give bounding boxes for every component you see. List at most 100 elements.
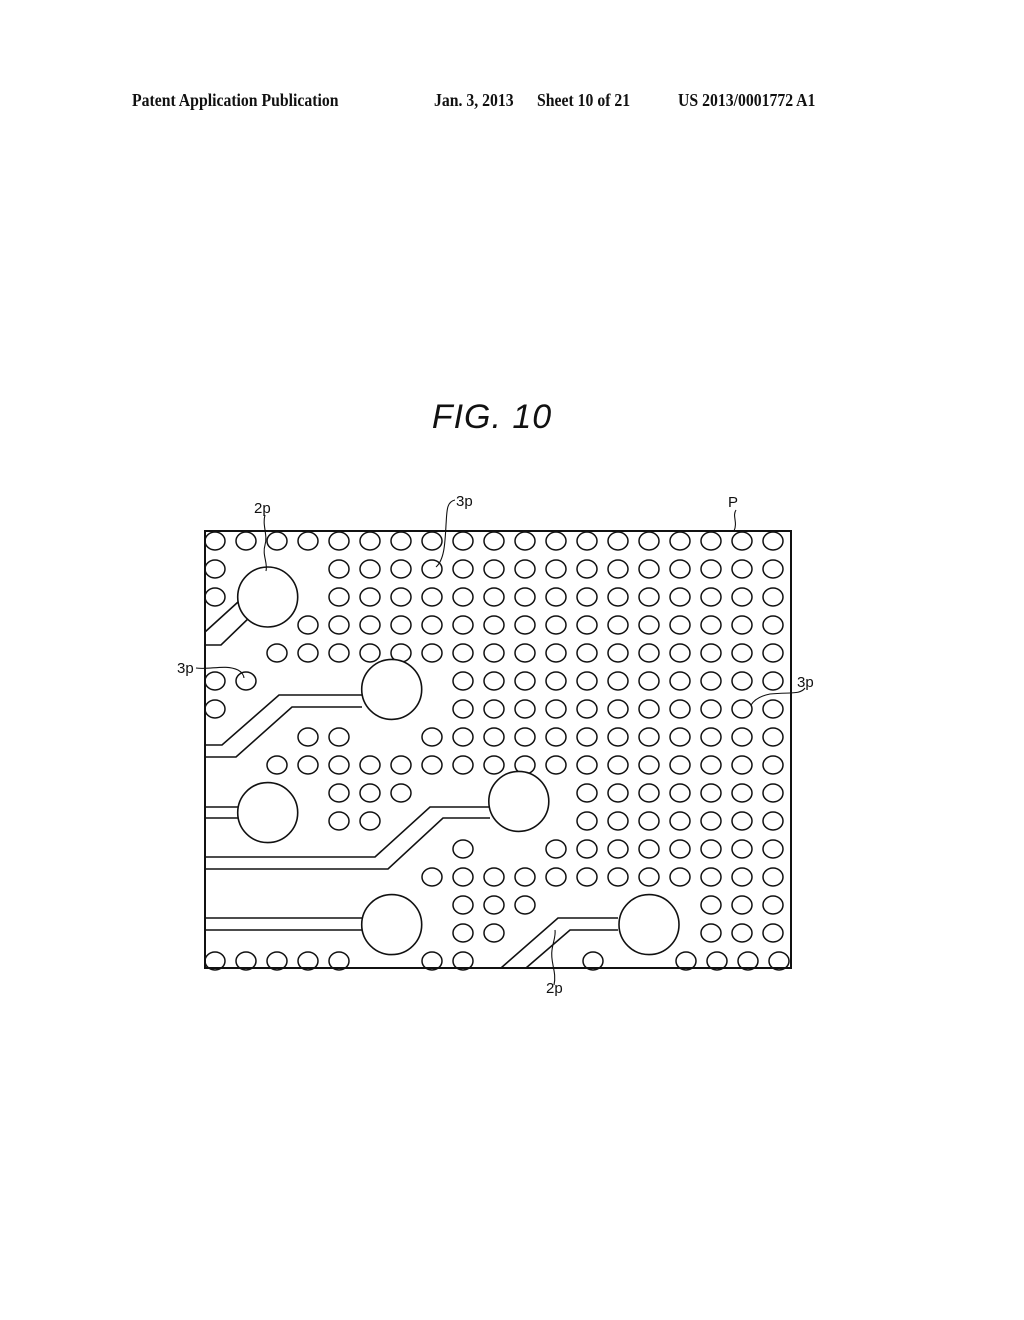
hole-3p	[545, 671, 567, 691]
hole-3p	[514, 727, 536, 747]
hole-3p	[297, 531, 319, 551]
hole-3p	[762, 755, 784, 775]
hole-3p	[576, 811, 598, 831]
hole-3p	[452, 867, 474, 887]
hole-3p	[607, 587, 629, 607]
hole-3p	[638, 727, 660, 747]
label-pad-top: 2p	[254, 500, 271, 517]
hole-3p	[452, 839, 474, 859]
hole-3p	[762, 867, 784, 887]
pad-d-2p	[487, 770, 550, 833]
hole-3p	[762, 923, 784, 943]
hole-3p	[669, 615, 691, 635]
hole-3p	[390, 559, 412, 579]
hole-3p	[421, 727, 443, 747]
hole-3p	[607, 727, 629, 747]
hole-3p	[359, 615, 381, 635]
hole-3p	[700, 615, 722, 635]
hole-3p	[607, 755, 629, 775]
hole-3p	[669, 587, 691, 607]
hole-3p	[359, 643, 381, 663]
hole-3p	[421, 643, 443, 663]
hole-3p	[638, 839, 660, 859]
leader-panel	[733, 509, 737, 532]
label-panel: P	[728, 494, 738, 511]
hole-3p	[421, 587, 443, 607]
leader-pad-bottom	[551, 929, 556, 986]
hole-3p	[638, 699, 660, 719]
hole-3p	[576, 587, 598, 607]
hole-3p	[390, 755, 412, 775]
pad-c-2p	[236, 781, 299, 844]
hole-3p	[762, 839, 784, 859]
hole-3p	[359, 783, 381, 803]
hole-3p	[576, 615, 598, 635]
hole-3p	[731, 615, 753, 635]
hole-3p	[669, 559, 691, 579]
hole-3p	[235, 531, 257, 551]
hole-3p	[700, 727, 722, 747]
hole-3p	[638, 867, 660, 887]
hole-3p	[576, 559, 598, 579]
hole-3p	[700, 531, 722, 551]
hole-3p	[514, 699, 536, 719]
hole-3p	[607, 643, 629, 663]
hole-3p	[607, 531, 629, 551]
hole-3p	[483, 615, 505, 635]
hole-3p	[607, 671, 629, 691]
hole-3p	[452, 699, 474, 719]
hole-3p	[731, 755, 753, 775]
hole-3p	[328, 811, 350, 831]
hole-3p	[731, 811, 753, 831]
hole-3p	[514, 587, 536, 607]
hole-3p	[359, 755, 381, 775]
hole-3p	[700, 699, 722, 719]
hole-3p	[204, 671, 226, 691]
hole-3p	[452, 531, 474, 551]
hole-3p	[204, 559, 226, 579]
hole-3p	[762, 531, 784, 551]
hole-3p	[638, 531, 660, 551]
hole-3p	[762, 727, 784, 747]
hole-3p	[483, 699, 505, 719]
hole-3p	[452, 559, 474, 579]
hole-3p	[700, 783, 722, 803]
hole-3p	[607, 867, 629, 887]
hole-3p	[514, 867, 536, 887]
hole-3p	[421, 615, 443, 635]
leader-pad-top	[263, 514, 267, 572]
hole-3p	[545, 587, 567, 607]
hole-3p	[731, 587, 753, 607]
hole-3p	[762, 783, 784, 803]
hole-3p	[545, 559, 567, 579]
hole-3p	[731, 923, 753, 943]
hole-3p	[483, 755, 505, 775]
hole-3p	[700, 643, 722, 663]
hole-3p	[483, 531, 505, 551]
hole-3p	[452, 643, 474, 663]
hole-3p	[669, 811, 691, 831]
hole-3p	[700, 895, 722, 915]
hole-3p	[514, 559, 536, 579]
hole-3p	[328, 643, 350, 663]
hole-3p	[452, 895, 474, 915]
hole-3p	[576, 531, 598, 551]
hole-3p	[700, 923, 722, 943]
hole-3p	[421, 531, 443, 551]
hole-3p	[235, 671, 257, 691]
hole-3p	[669, 727, 691, 747]
hole-3p	[452, 587, 474, 607]
hole-3p	[390, 587, 412, 607]
hole-3p	[576, 671, 598, 691]
hole-3p	[359, 587, 381, 607]
hole-3p	[762, 671, 784, 691]
hole-3p	[576, 783, 598, 803]
hole-3p	[638, 671, 660, 691]
hole-3p	[669, 699, 691, 719]
hole-3p	[545, 699, 567, 719]
hole-3p	[731, 643, 753, 663]
hole-3p	[762, 811, 784, 831]
hole-3p	[731, 559, 753, 579]
hole-3p	[700, 587, 722, 607]
hole-3p	[607, 783, 629, 803]
